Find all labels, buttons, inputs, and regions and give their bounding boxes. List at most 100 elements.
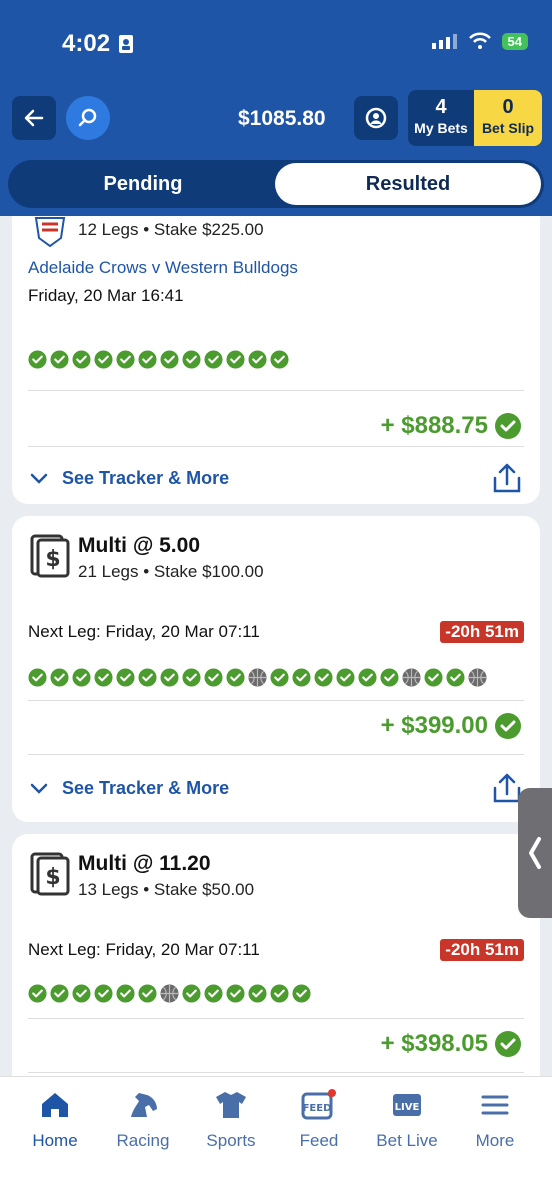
leg-won-icon [72,350,91,369]
chevron-down-icon [30,783,48,794]
leg-won-icon [94,350,113,369]
nav-more[interactable]: More [450,1087,540,1151]
home-icon [42,1093,68,1117]
id-card-icon [119,35,134,53]
horse-icon [131,1093,157,1117]
basketball-icon [160,984,179,1003]
leg-won-icon [336,668,355,687]
leg-status-list [28,984,311,1003]
leg-won-icon [270,668,289,687]
team-logo-icon [34,217,66,248]
time-badge: -20h 51m [440,939,524,961]
battery-indicator: 54 [501,32,528,50]
leg-won-icon [358,668,377,687]
divider [28,1072,524,1073]
nav-racing[interactable]: Racing [98,1087,188,1151]
bet-card: 12 Legs • Stake $225.00 Adelaide Crows v… [12,216,540,504]
leg-won-icon [50,668,69,687]
status-icons: 54 [431,32,528,50]
leg-won-icon [182,668,201,687]
bets-tabs: Pending Resulted [8,160,544,208]
tab-pending[interactable]: Pending [8,160,278,208]
leg-won-icon [94,984,113,1003]
leg-won-icon [292,984,311,1003]
wifi-icon [468,32,491,49]
nav-sports[interactable]: Sports [186,1087,276,1151]
chevron-down-icon [30,473,48,484]
match-link[interactable]: Adelaide Crows v Western Bulldogs [28,258,298,278]
leg-won-icon [138,350,157,369]
leg-won-icon [182,984,201,1003]
leg-won-icon [72,984,91,1003]
divider [28,700,524,701]
leg-status-list [28,350,289,369]
status-time: 4:02 [62,30,134,58]
divider [28,1018,524,1019]
svg-text:FEED: FEED [303,1103,332,1114]
multi-ticket-icon: $ [30,534,70,578]
time-badge: -20h 51m [440,621,524,643]
share-icon[interactable] [492,462,522,494]
chevron-left-icon [529,837,541,869]
leg-status-list [28,668,487,687]
leg-won-icon [204,350,223,369]
tab-resulted[interactable]: Resulted [275,163,541,205]
svg-text:$: $ [45,547,60,572]
leg-won-icon [28,984,47,1003]
signal-icon [431,34,457,49]
svg-text:LIVE: LIVE [395,1102,420,1113]
bet-title: Multi @ 11.20 [78,852,211,875]
nav-home[interactable]: Home [10,1087,100,1151]
leg-won-icon [424,668,443,687]
leg-won-icon [248,984,267,1003]
leg-won-icon [204,668,223,687]
see-tracker-button[interactable]: See Tracker & More [30,778,229,799]
match-date: Friday, 20 Mar 16:41 [28,286,184,305]
app-header: 4:02 54 $1085.80 4 My Bets 0 Bet Slip Pe… [0,0,552,216]
leg-won-icon [270,350,289,369]
leg-won-icon [248,350,267,369]
see-tracker-button[interactable]: See Tracker & More [30,468,229,489]
leg-won-icon [28,350,47,369]
divider [28,446,524,447]
bets-box: 4 My Bets 0 Bet Slip [408,90,542,146]
leg-won-icon [226,350,245,369]
multi-ticket-icon: $ [30,852,70,896]
leg-won-icon [116,350,135,369]
leg-won-icon [160,350,179,369]
leg-won-icon [226,668,245,687]
leg-won-icon [446,668,465,687]
leg-won-icon [116,668,135,687]
leg-won-icon [138,668,157,687]
basketball-icon [468,668,487,687]
next-leg: Next Leg: Friday, 20 Mar 07:11 [28,940,260,959]
leg-won-icon [292,668,311,687]
search-button[interactable] [66,96,110,140]
bet-slip-button[interactable]: 0 Bet Slip [474,90,542,146]
leg-won-icon [50,350,69,369]
leg-won-icon [138,984,157,1003]
payout: + $399.00 [381,712,522,740]
divider [28,390,524,391]
back-button[interactable] [12,96,56,140]
bet-card: $ Multi @ 11.20 13 Legs • Stake $50.00 N… [12,834,540,1076]
payout: + $888.75 [381,412,522,440]
search-icon [78,108,97,127]
nav-feed[interactable]: FEED Feed [274,1087,364,1151]
live-icon: LIVE [393,1094,421,1116]
bet-title: Multi @ 5.00 [78,534,201,557]
nav-bet-live[interactable]: LIVE Bet Live [362,1087,452,1151]
menu-icon [481,1095,509,1115]
leg-won-icon [226,984,245,1003]
leg-won-icon [50,984,69,1003]
leg-won-icon [380,668,399,687]
my-bets-button[interactable]: 4 My Bets [408,90,474,146]
next-leg: Next Leg: Friday, 20 Mar 07:11 [28,622,260,641]
bet-legs-stake: 12 Legs • Stake $225.00 [78,220,264,239]
side-drawer-handle[interactable] [518,788,552,918]
svg-text:$: $ [45,865,60,890]
profile-button[interactable] [354,96,398,140]
payout: + $398.05 [381,1030,522,1058]
bet-legs-stake: 13 Legs • Stake $50.00 [78,880,255,899]
bets-list[interactable]: 12 Legs • Stake $225.00 Adelaide Crows v… [0,216,552,1076]
